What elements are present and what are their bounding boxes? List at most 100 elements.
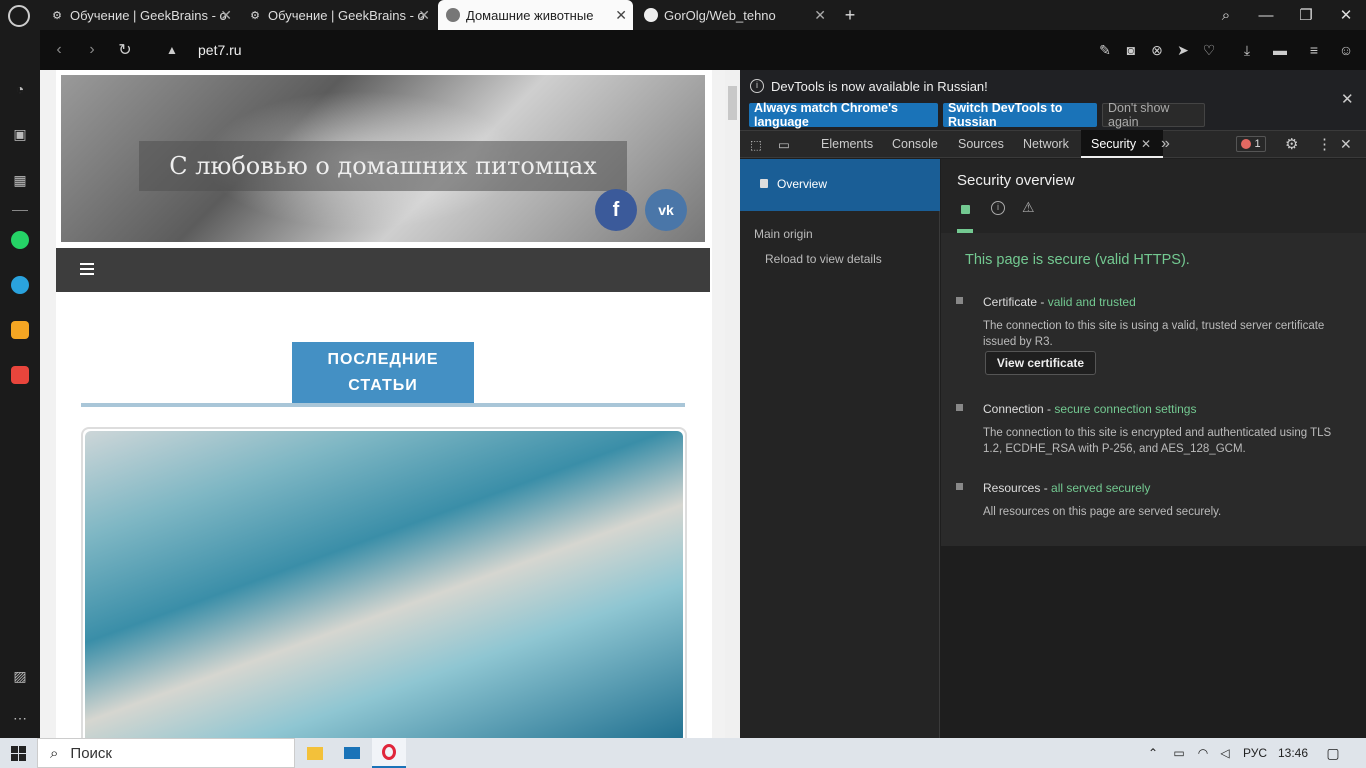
tab-geekbrains-2[interactable]: ⚙ Обучение | GeekBrains - о ✕ (240, 0, 436, 30)
scrollbar-thumb[interactable] (728, 86, 737, 120)
close-icon[interactable]: ✕ (615, 7, 627, 24)
speed-dial-icon[interactable]: ◔ (8, 77, 32, 101)
bullet-icon (956, 404, 963, 411)
lock-icon (760, 179, 768, 188)
inspect-element-icon[interactable]: ⬚ (750, 130, 762, 158)
translate-icon[interactable] (8, 363, 32, 387)
latest-articles-heading: ПОСЛЕДНИЕ СТАТЬИ (292, 342, 474, 404)
mail-app-icon[interactable] (337, 738, 367, 768)
certificate-label: Certificate - (983, 295, 1045, 309)
battery-icon[interactable]: ▭ (1168, 738, 1190, 768)
close-devtools-icon[interactable]: ✕ (1340, 130, 1352, 158)
volume-icon[interactable]: ◁ (1215, 738, 1235, 768)
back-icon[interactable]: ‹ (49, 40, 69, 60)
error-badge[interactable]: 1 (1236, 136, 1266, 152)
bullet-icon (956, 483, 963, 490)
overview-item[interactable]: Overview (740, 159, 940, 211)
overview-header: Security overview i ⚠ (941, 159, 1366, 233)
tab-security[interactable]: Security (1091, 130, 1136, 158)
whatsapp-icon[interactable] (8, 228, 32, 252)
settings-gear-icon[interactable]: ⚙ (1285, 130, 1298, 158)
mail-icon[interactable] (8, 318, 32, 342)
settings-sliders-icon[interactable]: ≡ (1304, 40, 1324, 60)
opera-logo-icon[interactable] (8, 5, 30, 27)
block-icon[interactable]: ⊗ (1147, 40, 1167, 60)
tab-sources[interactable]: Sources (958, 130, 1004, 158)
clock[interactable]: 13:46 (1270, 738, 1316, 768)
file-explorer-icon[interactable] (300, 738, 330, 768)
tab-github[interactable]: GorOlg/Web_tehno ✕ (636, 0, 832, 30)
tab-pets[interactable]: Домашние животные ✕ (438, 0, 633, 30)
chevron-up-icon[interactable]: ⌃ (1143, 738, 1163, 768)
search-tabs-icon[interactable]: ⌕ (1206, 0, 1246, 30)
site-title: С любовью о домашних питомцах (139, 141, 627, 191)
close-icon[interactable]: ✕ (220, 7, 232, 24)
vk-icon[interactable]: vk (645, 189, 687, 231)
opera-taskbar-icon[interactable] (372, 738, 406, 768)
switch-russian-button[interactable]: Switch DevTools to Russian (943, 101, 1097, 129)
page-scrollbar[interactable] (725, 70, 740, 738)
restore-icon[interactable]: ❐ (1286, 0, 1326, 30)
hamburger-menu-icon[interactable] (80, 263, 94, 275)
security-overview-title: Security overview (957, 172, 1075, 189)
resources-row: Resources - all served securely (983, 481, 1150, 495)
banner-text: DevTools is now available in Russian! (771, 79, 988, 94)
certificate-status: valid and trusted (1047, 295, 1136, 309)
tab-network[interactable]: Network (1023, 130, 1069, 158)
wifi-icon[interactable]: ◠ (1193, 738, 1213, 768)
resources-description: All resources on this page are served se… (983, 506, 1222, 518)
article-card[interactable] (81, 427, 687, 738)
tab-geekbrains-1[interactable]: ⚙ Обучение | GeekBrains - о ✕ (42, 0, 238, 30)
search-icon: ⌕ (50, 744, 59, 762)
gallery-icon[interactable]: ▨ (8, 664, 32, 688)
reload-hint: Reload to view details (765, 252, 882, 266)
kebab-menu-icon[interactable]: ⋮ (1317, 130, 1332, 158)
tab-console[interactable]: Console (892, 130, 938, 158)
certificate-description: The connection to this site is using a v… (983, 320, 1325, 348)
always-match-button[interactable]: Always match Chrome's language (749, 101, 938, 129)
player-icon[interactable]: ▦ (8, 168, 32, 192)
profile-icon[interactable]: ☺ (1336, 40, 1356, 60)
taskbar-search[interactable]: ⌕ Поиск (37, 738, 295, 768)
connection-row: Connection - secure connection settings (983, 402, 1196, 416)
more-icon[interactable]: ⋯ (8, 706, 32, 730)
gear-icon: ⚙ (52, 9, 62, 22)
telegram-icon[interactable] (8, 273, 32, 297)
briefcase-icon[interactable]: ▣ (8, 122, 32, 146)
windows-start-icon[interactable] (0, 738, 36, 768)
battery-icon[interactable]: ▬ (1270, 40, 1290, 60)
facebook-icon[interactable]: f (595, 189, 637, 231)
notifications-icon[interactable]: ▢ (1320, 738, 1346, 768)
close-tab-icon[interactable]: ✕ (1141, 130, 1151, 158)
forward-icon[interactable]: › (82, 40, 102, 60)
device-toolbar-icon[interactable]: ▭ (778, 130, 790, 158)
github-icon (644, 8, 658, 22)
more-tabs-icon[interactable]: » (1161, 130, 1170, 158)
minimize-icon[interactable]: — (1246, 0, 1286, 30)
new-tab-button[interactable]: + (830, 0, 870, 30)
dont-show-button[interactable]: Don't show again (1102, 101, 1205, 129)
close-banner-icon[interactable]: ✕ (1341, 90, 1354, 108)
main-origin-label: Main origin (754, 227, 813, 241)
reload-icon[interactable]: ↻ (115, 40, 135, 60)
send-icon[interactable]: ➤ (1173, 40, 1193, 60)
tab-elements[interactable]: Elements (821, 130, 873, 158)
camera-icon[interactable]: ◙ (1121, 40, 1141, 60)
security-details (941, 233, 1366, 546)
heart-icon[interactable]: ♡ (1199, 40, 1219, 60)
view-certificate-button[interactable]: View certificate (985, 351, 1096, 375)
language-indicator[interactable]: РУС (1238, 738, 1272, 768)
download-icon[interactable]: ⤓ (1237, 40, 1257, 60)
warning-icon[interactable]: ⚠ (1022, 199, 1035, 216)
article-image[interactable] (85, 431, 683, 738)
close-icon[interactable]: ✕ (814, 7, 826, 24)
heading-underline (81, 403, 685, 407)
edit-icon[interactable]: ✎ (1095, 40, 1115, 60)
info-icon[interactable]: i (991, 201, 1005, 215)
secure-lock-icon[interactable] (961, 205, 970, 214)
close-icon[interactable]: ✕ (418, 7, 430, 24)
url-field[interactable]: pet7.ru (198, 42, 242, 58)
error-count: 1 (1254, 138, 1261, 150)
info-icon: i (750, 79, 764, 93)
close-window-icon[interactable]: ✕ (1326, 0, 1366, 30)
